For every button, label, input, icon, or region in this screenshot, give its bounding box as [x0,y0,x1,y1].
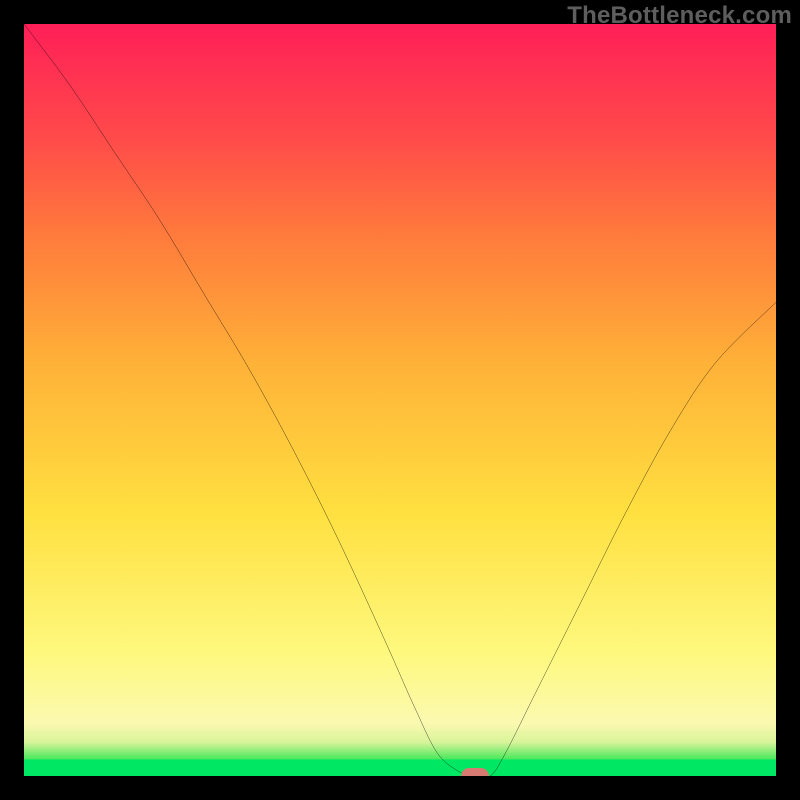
bottleneck-curve [24,24,776,776]
chart-frame: TheBottleneck.com [0,0,800,800]
watermark-label: TheBottleneck.com [567,2,792,30]
optimal-point-marker [461,768,489,776]
plot-area [24,24,776,776]
